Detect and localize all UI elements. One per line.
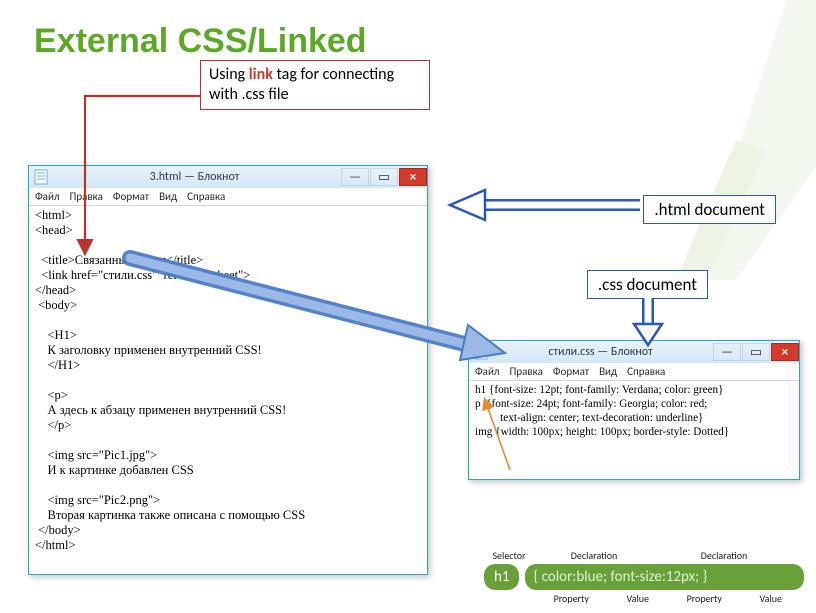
- notepad-app-icon: [473, 344, 489, 360]
- legend-value1: Value: [605, 592, 672, 605]
- menu-format[interactable]: Формат: [553, 365, 589, 378]
- menu-view[interactable]: Вид: [599, 365, 617, 378]
- label-html-document: .html document: [643, 195, 776, 224]
- menu-help[interactable]: Справка: [627, 365, 665, 378]
- rule-declaration: { color:blue; font-size:12px; }: [525, 564, 804, 590]
- notepad-menu-bar: Файл Правка Формат Вид Справка: [469, 363, 799, 381]
- legend-property2: Property: [671, 592, 738, 605]
- maximize-button[interactable]: ▭: [370, 168, 398, 186]
- notepad-titlebar: 3.html — Блокнот — ▭ ×: [29, 166, 427, 188]
- close-button[interactable]: ×: [771, 343, 799, 361]
- maximize-button[interactable]: ▭: [742, 343, 770, 361]
- css-rule-illustration: Selector Declaration Declaration h1 { co…: [484, 549, 804, 605]
- notepad-body-html[interactable]: <html> <head> <title>Связанные стили</ti…: [29, 206, 427, 559]
- window-controls: — ▭ ×: [340, 168, 427, 186]
- rule-legend-bottom: Property Value Property Value: [484, 592, 804, 605]
- page-title: External CSS/Linked: [0, 0, 816, 61]
- notepad-body-css[interactable]: h1 {font-size: 12pt; font-family: Verdan…: [469, 381, 799, 445]
- menu-edit[interactable]: Правка: [70, 190, 103, 203]
- menu-file[interactable]: Файл: [475, 365, 500, 378]
- notepad-app-icon: [33, 169, 49, 185]
- legend-declaration1: Declaration: [534, 549, 654, 562]
- rule-row: h1 { color:blue; font-size:12px; }: [484, 564, 804, 590]
- callout-text-pre: Using: [209, 65, 249, 84]
- callout-text-em: link: [249, 65, 273, 84]
- legend-property1: Property: [538, 592, 605, 605]
- legend-selector: Selector: [484, 549, 534, 562]
- rule-selector: h1: [484, 564, 519, 590]
- notepad-titlebar: стили.css — Блокнот — ▭ ×: [469, 341, 799, 363]
- minimize-button[interactable]: —: [713, 343, 741, 361]
- notepad-title-text: стили.css — Блокнот: [489, 345, 712, 359]
- window-controls: — ▭ ×: [712, 343, 799, 361]
- menu-view[interactable]: Вид: [159, 190, 177, 203]
- arrow-css-label-down: [634, 298, 662, 345]
- legend-declaration2: Declaration: [654, 549, 794, 562]
- menu-edit[interactable]: Правка: [510, 365, 543, 378]
- notepad-window-css: стили.css — Блокнот — ▭ × Файл Правка Фо…: [468, 340, 800, 480]
- minimize-button[interactable]: —: [341, 168, 369, 186]
- menu-format[interactable]: Формат: [113, 190, 149, 203]
- label-css-document: .css document: [587, 270, 708, 299]
- rule-legend-top: Selector Declaration Declaration: [484, 549, 804, 562]
- notepad-title-text: 3.html — Блокнот: [49, 170, 340, 184]
- close-button[interactable]: ×: [399, 168, 427, 186]
- arrow-html-to-window: [450, 190, 640, 220]
- notepad-menu-bar: Файл Правка Формат Вид Справка: [29, 188, 427, 206]
- callout-link-explain: Using link tag for connecting with .css …: [200, 60, 430, 110]
- menu-help[interactable]: Справка: [187, 190, 225, 203]
- notepad-window-html: 3.html — Блокнот — ▭ × Файл Правка Форма…: [28, 165, 428, 575]
- menu-file[interactable]: Файл: [35, 190, 60, 203]
- legend-value2: Value: [738, 592, 805, 605]
